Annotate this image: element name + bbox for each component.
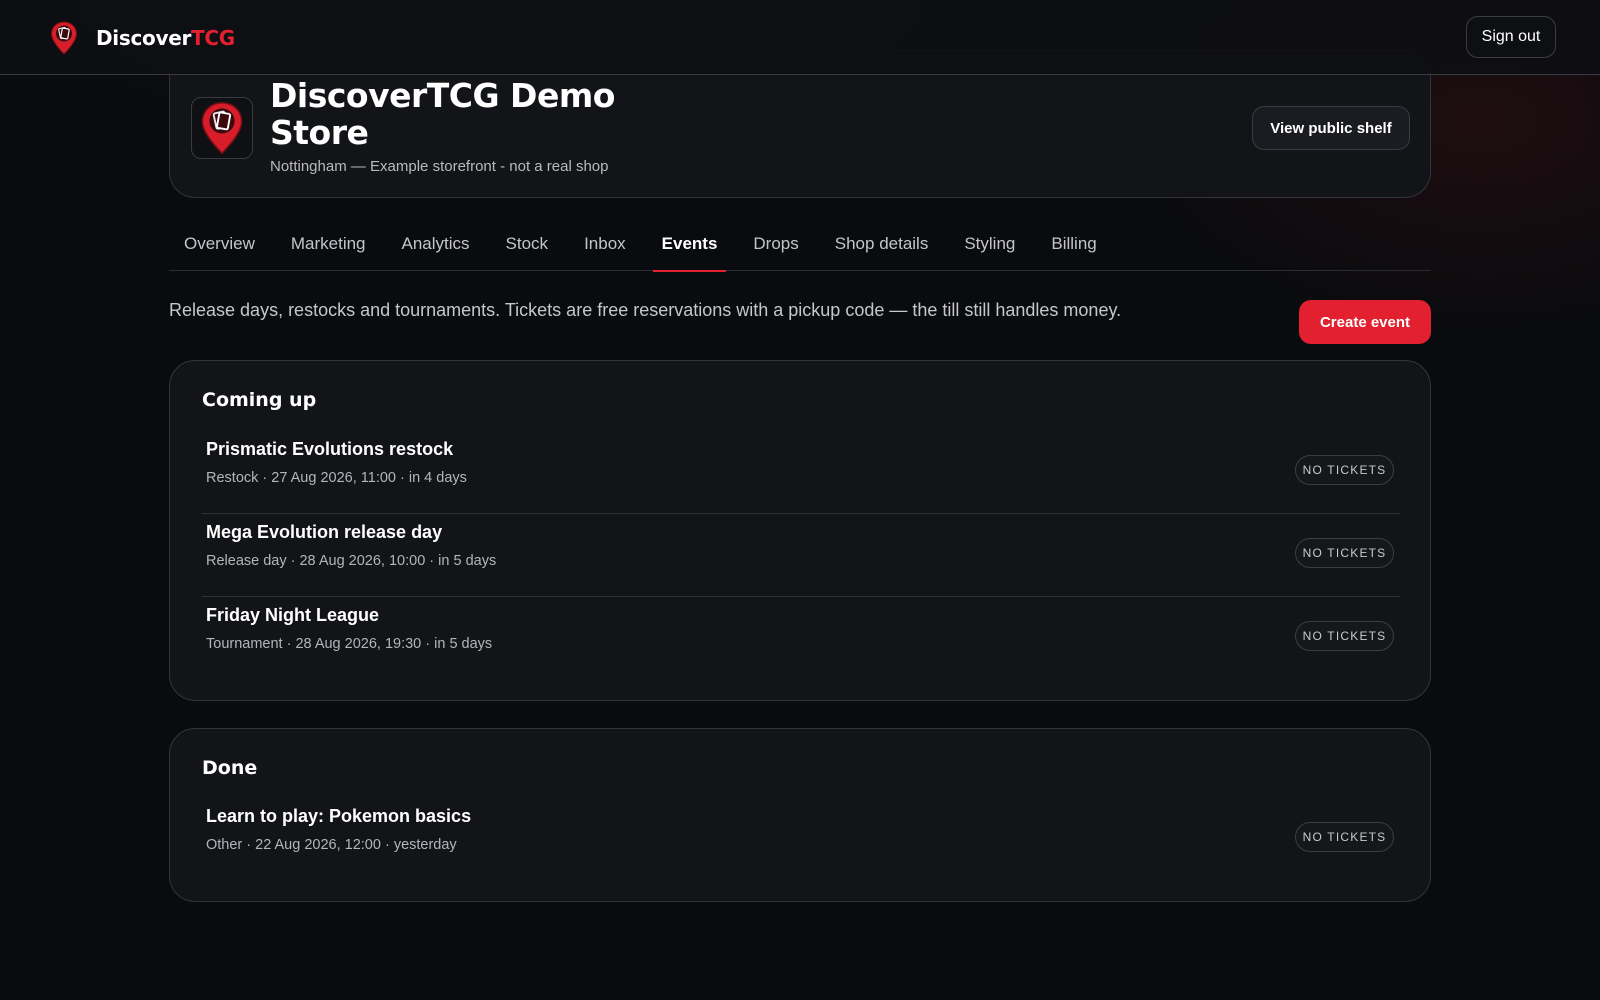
card-map-pin-icon (50, 21, 78, 55)
tab-drops[interactable]: Drops (738, 226, 813, 271)
view-public-shelf-button[interactable]: View public shelf (1252, 106, 1410, 150)
section-title: Done (202, 757, 258, 779)
ticket-status-badge: NO TICKETS (1295, 621, 1394, 651)
tab-analytics[interactable]: Analytics (387, 226, 485, 271)
dashboard-tabs: Overview Marketing Analytics Stock Inbox… (169, 226, 1431, 272)
create-event-button[interactable]: Create event (1299, 300, 1431, 344)
event-meta: Tournament · 28 Aug 2026, 19:30 · in 5 d… (206, 636, 493, 652)
coming-up-section: Coming up Prismatic Evolutions restock R… (169, 360, 1431, 701)
ticket-status-badge: NO TICKETS (1295, 822, 1394, 852)
brand-wordmark: DiscoverTCG (96, 26, 235, 50)
brand-name-part1: Discover (96, 26, 192, 50)
tab-billing[interactable]: Billing (1036, 226, 1111, 271)
brand-name-part2: TCG (191, 26, 235, 50)
brand-home-link[interactable]: DiscoverTCG (50, 20, 235, 56)
event-meta: Other · 22 Aug 2026, 12:00 · yesterday (206, 837, 457, 853)
event-title: Friday Night League (206, 605, 380, 625)
section-title: Coming up (202, 389, 317, 411)
store-location-subtitle: Nottingham — Example storefront - not a … (270, 158, 609, 175)
events-intro-text: Release days, restocks and tournaments. … (169, 300, 1122, 320)
event-title: Prismatic Evolutions restock (206, 439, 454, 459)
event-row[interactable]: Mega Evolution release day Release day ·… (202, 514, 1400, 597)
event-title: Learn to play: Pokemon basics (206, 806, 472, 826)
sign-out-button[interactable]: Sign out (1466, 16, 1556, 58)
tab-stock[interactable]: Stock (491, 226, 564, 271)
done-section: Done Learn to play: Pokemon basics Other… (169, 728, 1431, 902)
event-row[interactable]: Friday Night League Tournament · 28 Aug … (202, 597, 1400, 680)
ticket-status-badge: NO TICKETS (1295, 538, 1394, 568)
event-meta: Restock · 27 Aug 2026, 11:00 · in 4 days (206, 470, 467, 486)
ticket-status-badge: NO TICKETS (1295, 455, 1394, 485)
tab-events[interactable]: Events (647, 226, 733, 272)
store-logo (191, 97, 253, 159)
event-title: Mega Evolution release day (206, 522, 443, 542)
tab-shop-details[interactable]: Shop details (820, 226, 944, 271)
event-row[interactable]: Prismatic Evolutions restock Restock · 2… (202, 431, 1400, 514)
event-row[interactable]: Learn to play: Pokemon basics Other · 22… (202, 798, 1400, 881)
store-name: DiscoverTCG Demo Store (270, 76, 615, 152)
tab-overview[interactable]: Overview (169, 226, 270, 271)
card-map-pin-icon (201, 102, 243, 155)
tab-marketing[interactable]: Marketing (276, 226, 381, 271)
top-navigation-bar: DiscoverTCG Sign out (0, 0, 1600, 75)
event-meta: Release day · 28 Aug 2026, 10:00 · in 5 … (206, 553, 497, 569)
tab-inbox[interactable]: Inbox (569, 226, 641, 271)
tab-styling[interactable]: Styling (949, 226, 1030, 271)
